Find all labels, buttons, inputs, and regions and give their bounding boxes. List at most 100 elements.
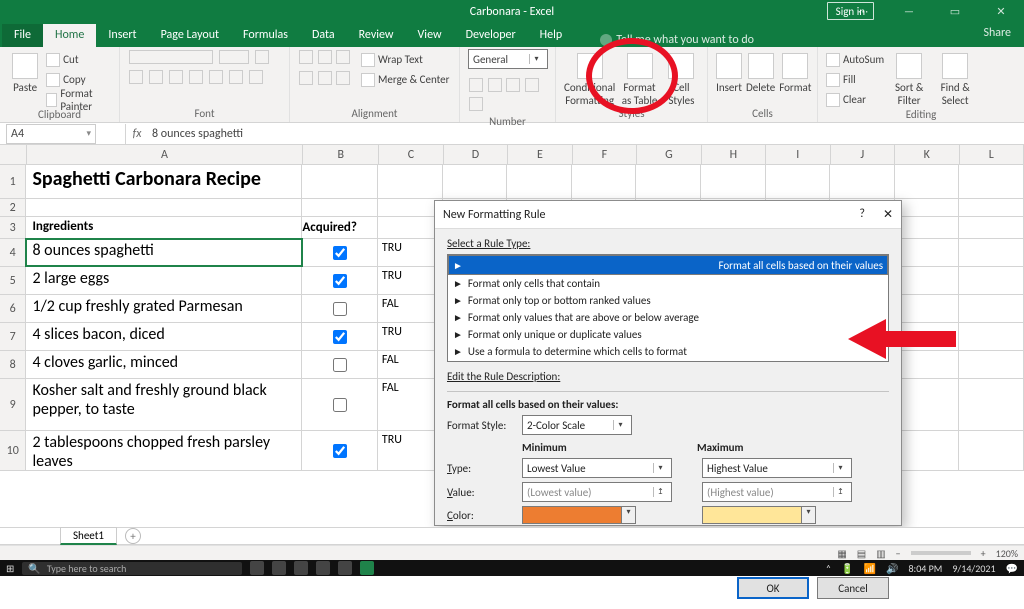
cell[interactable] <box>959 431 1024 470</box>
col-header-D[interactable]: D <box>444 145 508 164</box>
cell-A5[interactable]: 2 large eggs <box>26 267 302 294</box>
cell-B2[interactable] <box>302 199 377 216</box>
cell[interactable] <box>895 431 960 470</box>
comma-format-button[interactable] <box>506 78 520 92</box>
min-color-select[interactable]: ▾ <box>522 506 672 524</box>
cell[interactable] <box>636 165 701 198</box>
cell-C4[interactable]: TRU <box>378 239 443 266</box>
cell-B6[interactable] <box>302 295 377 322</box>
tab-developer[interactable]: Developer <box>454 24 528 47</box>
acquired-checkbox[interactable] <box>333 398 347 412</box>
dialog-help-button[interactable]: ? <box>859 207 865 222</box>
row-header[interactable]: 5 <box>0 267 26 294</box>
cell-C3[interactable] <box>378 217 443 238</box>
col-header-F[interactable]: F <box>573 145 637 164</box>
increase-decimal-button[interactable] <box>525 78 539 92</box>
acquired-checkbox[interactable] <box>333 330 347 344</box>
align-top-button[interactable] <box>299 50 313 64</box>
task-view-button[interactable] <box>250 561 264 575</box>
cell[interactable] <box>443 165 508 198</box>
zoom-out-button[interactable]: − <box>896 547 901 560</box>
cell-B10[interactable] <box>302 431 377 470</box>
cell-C8[interactable]: FAL <box>378 351 443 378</box>
sheet-tab[interactable]: Sheet1 <box>60 527 117 545</box>
align-right-button[interactable] <box>336 71 350 85</box>
cell-A9[interactable]: Kosher salt and freshly ground black pep… <box>26 379 302 430</box>
format-painter-button[interactable]: Format Painter <box>46 91 111 108</box>
wrap-text-button[interactable]: Wrap Text <box>361 51 450 68</box>
cell[interactable] <box>507 165 572 198</box>
col-header-A[interactable]: A <box>27 145 304 164</box>
cell[interactable] <box>766 165 831 198</box>
cut-button[interactable]: Cut <box>46 51 111 68</box>
delete-cells-button[interactable]: Delete <box>746 49 775 94</box>
row-header[interactable]: 9 <box>0 379 26 430</box>
borders-button[interactable] <box>209 70 223 84</box>
acquired-checkbox[interactable] <box>333 358 347 372</box>
cell[interactable] <box>895 295 960 322</box>
max-value-input[interactable]: (Highest value) ↥ <box>702 482 852 502</box>
col-header-B[interactable]: B <box>303 145 379 164</box>
taskbar-app-icon[interactable] <box>338 561 352 575</box>
col-header-C[interactable]: C <box>379 145 443 164</box>
decrease-font-button[interactable] <box>129 70 143 84</box>
acquired-checkbox[interactable] <box>333 274 347 288</box>
range-picker-icon[interactable]: ↥ <box>833 487 847 497</box>
cell[interactable] <box>959 217 1024 238</box>
accounting-format-button[interactable] <box>469 78 483 92</box>
clear-button[interactable]: Clear <box>826 91 884 108</box>
sort-filter-button[interactable]: Sort & Filter <box>888 49 930 108</box>
taskbar-search[interactable]: 🔍 Type here to search <box>22 562 242 575</box>
select-all-corner[interactable] <box>0 145 27 164</box>
zoom-slider[interactable] <box>911 551 971 555</box>
underline-button[interactable] <box>189 70 203 84</box>
cell[interactable] <box>895 165 960 198</box>
font-name-box[interactable] <box>129 50 213 64</box>
cell-B9[interactable] <box>302 379 377 430</box>
window-close-button[interactable]: ✕ <box>978 0 1024 23</box>
max-type-select[interactable]: Highest Value▾ <box>702 458 852 478</box>
cell[interactable] <box>895 379 960 430</box>
autosum-button[interactable]: AutoSum <box>826 51 884 68</box>
increase-font-button[interactable] <box>255 50 269 64</box>
cell-A3[interactable]: Ingredients <box>26 217 302 238</box>
cell[interactable] <box>959 267 1024 294</box>
cell-A6[interactable]: 1/2 cup freshly grated Parmesan <box>26 295 302 322</box>
cell[interactable] <box>959 239 1024 266</box>
number-format-box[interactable]: General ▾ <box>468 49 548 69</box>
clock-date[interactable]: 9/14/2021 <box>952 562 995 575</box>
cell[interactable] <box>895 323 960 350</box>
view-normal-button[interactable]: ▦ <box>837 547 846 560</box>
format-style-select[interactable]: 2-Color Scale▾ <box>522 415 632 435</box>
row-header[interactable]: 6 <box>0 295 26 322</box>
paste-button[interactable]: Paste <box>8 49 42 108</box>
tab-view[interactable]: View <box>406 24 454 47</box>
row-header[interactable]: 8 <box>0 351 26 378</box>
cell-A1[interactable]: Spaghetti Carbonara Recipe <box>26 165 302 198</box>
zoom-level[interactable]: 120% <box>996 547 1018 560</box>
cell[interactable] <box>895 267 960 294</box>
bold-button[interactable] <box>149 70 163 84</box>
tab-data[interactable]: Data <box>300 24 347 47</box>
row-header[interactable]: 4 <box>0 239 26 266</box>
col-header-E[interactable]: E <box>508 145 572 164</box>
tab-help[interactable]: Help <box>528 24 575 47</box>
tray-battery-icon[interactable]: 🔋 <box>841 562 853 575</box>
col-header-H[interactable]: H <box>702 145 766 164</box>
share-button[interactable]: Share <box>983 26 1011 40</box>
range-picker-icon[interactable]: ↥ <box>653 487 667 497</box>
cell[interactable] <box>959 379 1024 430</box>
font-color-button[interactable] <box>249 70 263 84</box>
row-header[interactable]: 3 <box>0 217 26 238</box>
zoom-in-button[interactable]: + <box>981 547 986 560</box>
cell-B1[interactable] <box>302 165 377 198</box>
rule-type-option[interactable]: ►Format only values that are above or be… <box>448 309 888 326</box>
view-page-break-button[interactable]: ▥ <box>876 547 885 560</box>
decrease-decimal-button[interactable] <box>469 97 483 111</box>
new-sheet-button[interactable]: + <box>125 528 141 544</box>
row-header[interactable]: 2 <box>0 199 26 216</box>
ok-button[interactable]: OK <box>737 577 809 599</box>
align-bottom-button[interactable] <box>336 50 350 64</box>
view-page-layout-button[interactable]: ▤ <box>857 547 866 560</box>
col-header-J[interactable]: J <box>831 145 895 164</box>
